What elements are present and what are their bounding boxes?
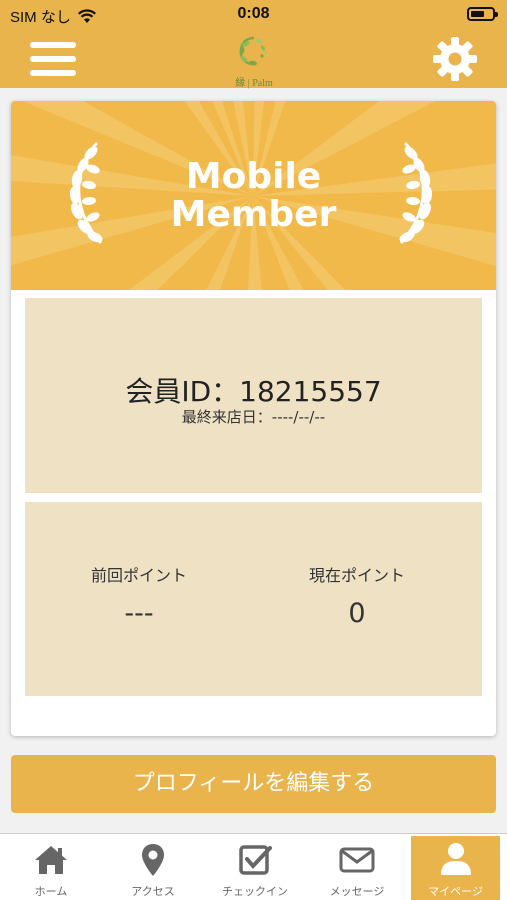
leaf-logo-icon (239, 36, 268, 66)
member-id-separator: ： (211, 375, 240, 408)
tab-bar: ホーム アクセス チェックイン メッセージ マイページ (0, 833, 507, 900)
member-id-line: 会員ID：18215557 (25, 370, 482, 410)
banner-title-line2: Member (170, 194, 337, 235)
member-id-panel: 会員ID：18215557 最終来店日：----/--/-- (25, 298, 482, 493)
menu-button[interactable] (30, 40, 76, 80)
tab-checkin-label: チェックイン (222, 885, 288, 898)
status-time: 0:08 (237, 5, 270, 22)
battery-icon (467, 7, 498, 21)
status-bar: SIM なし 0:08 (0, 0, 507, 30)
tab-mypage[interactable]: マイページ (411, 836, 500, 900)
member-card: Mobile Member 会員ID：18215557 最終来店日：----/-… (11, 101, 496, 736)
tab-message[interactable]: メッセージ (306, 834, 408, 900)
menu-bar (30, 70, 76, 76)
tab-mypage-label: マイページ (428, 885, 483, 898)
current-points-value: 0 (348, 598, 366, 629)
app-header: 縁 | Palm (0, 30, 507, 89)
user-icon (441, 843, 471, 875)
previous-points-value: --- (124, 598, 154, 629)
current-points: 現在ポイント 0 (243, 562, 471, 629)
envelope-icon (339, 847, 375, 873)
tab-message-label: メッセージ (329, 885, 385, 898)
previous-points-label: 前回ポイント (90, 566, 187, 585)
shop-logo: 縁 | Palm (218, 34, 290, 89)
settings-button[interactable] (431, 35, 479, 83)
menu-bar (30, 42, 76, 48)
menu-bar (30, 56, 76, 62)
home-icon (35, 846, 67, 874)
app-screen: SIM なし 0:08 縁 | Palm Mobile Member 会員ID：… (0, 0, 507, 900)
gear-icon (433, 37, 477, 81)
checkin-icon (239, 845, 272, 875)
points-panel: 前回ポイント --- 現在ポイント 0 (25, 502, 482, 696)
tab-access[interactable]: アクセス (102, 834, 204, 900)
tab-home[interactable]: ホーム (0, 834, 102, 900)
banner-title-line1: Mobile (185, 156, 322, 197)
map-pin-icon (142, 844, 164, 876)
banner-title: Mobile Member (11, 158, 496, 234)
tab-home-label: ホーム (34, 885, 68, 898)
previous-points: 前回ポイント --- (25, 562, 253, 629)
member-banner: Mobile Member (11, 101, 496, 290)
tab-access-label: アクセス (131, 885, 175, 898)
edit-profile-button[interactable]: プロフィールを編集する (11, 755, 496, 813)
tab-checkin[interactable]: チェックイン (204, 834, 306, 900)
logo-text: 縁 | Palm (235, 78, 273, 89)
member-id-label: 会員ID (125, 375, 212, 408)
current-points-label: 現在ポイント (308, 566, 405, 585)
member-id-value: 18215557 (239, 375, 382, 408)
last-visit-date: 最終来店日：----/--/-- (181, 408, 326, 426)
